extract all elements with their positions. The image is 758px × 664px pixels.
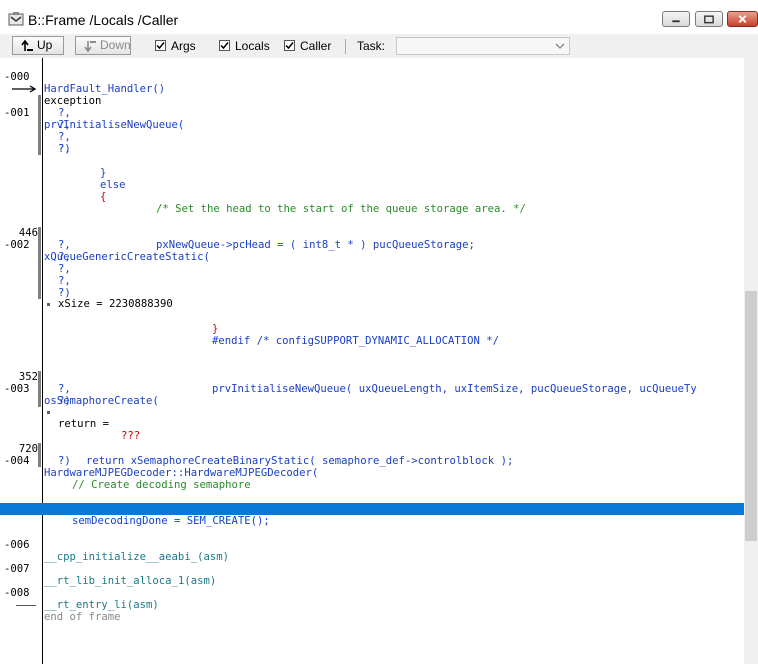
checkmark-icon: [156, 42, 165, 50]
arg-value: ?,: [58, 263, 71, 275]
frame-number: -007: [4, 563, 30, 575]
source-text: #endif /* configSUPPORT_DYNAMIC_ALLOCATI…: [212, 335, 500, 347]
arg-row: ?,: [0, 275, 744, 287]
source-text: else: [100, 179, 126, 191]
frame-number: -008: [4, 587, 30, 599]
arg-value: ?): [58, 455, 71, 467]
arg-row: ?,: [0, 263, 744, 275]
source-row: }: [0, 323, 744, 335]
arg-value: ?,: [58, 239, 71, 251]
arg-row: ?,: [0, 119, 744, 131]
frame-row-000[interactable]: -000 HardFault_Handler(): [0, 59, 744, 95]
task-select[interactable]: [396, 37, 570, 55]
args-label: Args: [171, 39, 196, 53]
frame-row-005-selected[interactable]: -005 __sti___24_TouchGFXGeneratedHAL__cp…: [0, 503, 744, 539]
caller-checkbox[interactable]: Caller: [284, 38, 331, 54]
arg-value: ?,: [58, 275, 71, 287]
source-text: }: [212, 323, 219, 335]
args-checkbox[interactable]: Args: [155, 38, 196, 54]
frame-row-001[interactable]: -001 prvInitialiseNewQueue(: [0, 95, 744, 131]
source-line-row[interactable]: 352 prvInitialiseNewQueue( uxQueueLength…: [0, 359, 744, 395]
frame-row-003[interactable]: -003 osSemaphoreCreate(: [0, 371, 744, 407]
arg-value: ?,: [58, 107, 71, 119]
source-row: }: [0, 167, 744, 179]
source-code: semDecodingDone = SEM_CREATE();: [72, 515, 270, 527]
source-line-row[interactable]: 446 pxNewQueue->pcHead = ( int8_t * ) pu…: [0, 215, 744, 251]
frame-row-002[interactable]: -002 xQueueGenericCreateStatic(: [0, 227, 744, 263]
checkmark-icon: [285, 42, 294, 50]
arg-value: ?,: [58, 131, 71, 143]
title-bar: B::Frame /Locals /Caller: [0, 0, 758, 34]
source-text: }: [100, 167, 107, 179]
frame-row-004[interactable]: -004 HardwareMJPEGDecoder::HardwareMJPEG…: [0, 443, 744, 479]
maximize-icon: [704, 15, 714, 24]
exception-row: exception: [0, 83, 744, 107]
toolbar: Up Down Args Locals Caller Task:: [0, 34, 758, 59]
locals-check-box[interactable]: [219, 40, 230, 51]
local-name: return =: [58, 418, 116, 430]
source-text: {: [100, 191, 107, 203]
arg-row: ?): [0, 455, 744, 467]
arg-row: ?,: [0, 383, 744, 395]
up-label: Up: [37, 38, 53, 52]
arg-value: ?): [58, 143, 71, 155]
source-row: {: [0, 191, 744, 203]
locals-label: Locals: [235, 39, 270, 53]
minimize-icon: [672, 20, 680, 23]
task-label: Task:: [357, 39, 386, 53]
app-icon: [8, 12, 24, 26]
end-of-frame-text: end of frame: [44, 611, 121, 623]
source-comment: /* Set the head to the start of the queu…: [156, 203, 526, 215]
arrow-up-icon: [21, 39, 33, 51]
source-line-row[interactable]: 720 return xSemaphoreCreateBinaryStatic(…: [0, 431, 744, 467]
local-row[interactable]: return = ???: [0, 406, 744, 442]
arg-row: ?): [0, 143, 744, 155]
caller-check-box[interactable]: [284, 40, 295, 51]
arg-row: ?,: [0, 131, 744, 143]
caller-label: Caller: [300, 39, 332, 53]
close-button[interactable]: [727, 11, 758, 27]
frame-row-006[interactable]: -006 __cpp_initialize__aeabi_(asm): [0, 527, 744, 563]
arg-value: ?,: [58, 383, 71, 395]
toolbar-separator: [345, 39, 346, 54]
vertical-scrollbar[interactable]: [744, 58, 758, 664]
minimize-button[interactable]: [662, 11, 690, 27]
frame-list[interactable]: -000 HardFault_Handler() exception -001 …: [0, 58, 758, 664]
checkmark-icon: [220, 42, 229, 50]
source-row: /* Set the head to the start of the queu…: [0, 203, 744, 215]
local-value: xSize = 2230888390: [58, 298, 173, 310]
up-button[interactable]: Up: [12, 36, 64, 55]
frame-row-007[interactable]: -007 __rt_lib_init_alloca_1(asm): [0, 551, 744, 587]
down-label: Down: [100, 38, 131, 52]
chevron-down-icon: [555, 43, 565, 49]
frame-function: HardwareMJPEGDecoder::HardwareMJPEGDecod…: [44, 467, 319, 479]
arg-row: ?,: [0, 107, 744, 119]
frame-number: -005: [4, 515, 30, 527]
frame-number: -006: [4, 539, 30, 551]
local-row[interactable]: xSize = 2230888390: [0, 298, 744, 310]
scrollbar-thumb[interactable]: [745, 291, 757, 541]
source-comment: // Create decoding semaphore: [72, 479, 251, 491]
arg-row: ?,: [0, 239, 744, 251]
down-button[interactable]: Down: [75, 36, 131, 55]
frame-number: -000: [4, 71, 30, 83]
close-icon: [738, 15, 747, 23]
args-check-box[interactable]: [155, 40, 166, 51]
source-row: else: [0, 179, 744, 191]
arrow-down-icon: [84, 41, 96, 53]
window-title: B::Frame /Locals /Caller: [28, 12, 179, 28]
arg-row: ?,: [0, 251, 744, 263]
maximize-button[interactable]: [695, 11, 723, 27]
arg-value: ?,: [58, 119, 71, 131]
source-row: #endif /* configSUPPORT_DYNAMIC_ALLOCATI…: [0, 335, 744, 347]
end-row: end of frame: [0, 599, 744, 623]
locals-checkbox[interactable]: Locals: [219, 38, 270, 54]
arg-value: ?,: [58, 251, 71, 263]
frame-row-008[interactable]: -008 __rt_entry_li(asm): [0, 575, 744, 611]
source-row: // Create decoding semaphore: [0, 479, 744, 491]
source-line-row[interactable]: 114 semDecodingDone = SEM_CREATE();: [0, 491, 744, 527]
